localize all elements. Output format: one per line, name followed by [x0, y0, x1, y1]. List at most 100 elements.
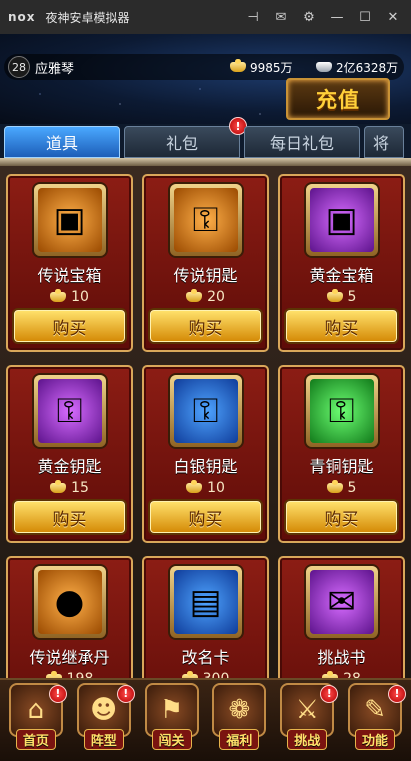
player-info-bar: 28 应雅琴 9985万 2亿6328万 [4, 54, 404, 80]
price-value: 198 [67, 671, 94, 678]
tab-daily-packs[interactable]: 每日礼包 [244, 126, 360, 158]
price-value: 5 [347, 289, 357, 305]
buy-button[interactable]: 购买 [14, 310, 125, 342]
book-card-icon: ▤ [173, 570, 238, 634]
shop-content: ▣ 传说宝箱 10 购买 ⚿ 传说钥匙 20 购买 ▣ 黄金宝箱 5 购买 ⚿ … [0, 158, 411, 678]
nav-label: 挑战 [287, 728, 328, 750]
item-price: 5 [326, 480, 356, 496]
buy-button[interactable]: 购买 [286, 501, 397, 533]
item-card: ⚿ 青铜钥匙 5 购买 [278, 365, 405, 543]
item-price: 10 [186, 480, 225, 496]
buy-button[interactable]: 购买 [150, 501, 261, 533]
nav-label: 福利 [219, 728, 260, 750]
price-value: 28 [343, 671, 361, 678]
gold-ingot-icon [230, 59, 246, 72]
treasure-chest-icon: ▣ [37, 188, 102, 252]
tab-generals[interactable]: 将 [364, 126, 404, 158]
notification-badge: ! [48, 684, 67, 703]
item-card: ▣ 传说宝箱 10 购买 [6, 174, 133, 352]
item-price: 28 [322, 671, 361, 678]
gold-ingot-icon [186, 289, 203, 302]
silver-ingot-icon [316, 62, 332, 72]
item-name: 黄金宝箱 [309, 266, 374, 285]
key-icon: ⚿ [37, 379, 102, 443]
player-level-badge: 28 [8, 56, 30, 78]
close-icon[interactable]: ✕ [379, 0, 407, 34]
gold-ingot-icon [186, 480, 203, 493]
item-name: 传说钥匙 [173, 266, 238, 285]
buy-button[interactable]: 购买 [286, 310, 397, 342]
emulator-titlebar: nox 夜神安卓模拟器 ⊣ ✉ ⚙ — ☐ ✕ [0, 0, 411, 34]
player-header: 28 应雅琴 9985万 2亿6328万 充值 [0, 34, 411, 124]
item-icon-frame[interactable]: ⚿ [169, 184, 242, 256]
minimize-icon[interactable]: — [323, 0, 351, 34]
item-grid: ▣ 传说宝箱 10 购买 ⚿ 传说钥匙 20 购买 ▣ 黄金宝箱 5 购买 ⚿ … [6, 174, 405, 678]
item-price: 20 [186, 289, 225, 305]
nav-label: 阵型 [83, 728, 124, 750]
nav-label: 首页 [15, 728, 56, 750]
recharge-button[interactable]: 充值 [286, 78, 390, 120]
maximize-icon[interactable]: ☐ [351, 0, 379, 34]
item-icon-frame[interactable]: ● [33, 566, 106, 638]
item-icon-frame[interactable]: ✉ [305, 566, 378, 638]
notification-badge: ! [320, 684, 339, 703]
tab-gift-packs[interactable]: 礼包 ! [124, 117, 247, 158]
window-title: 夜神安卓模拟器 [45, 10, 130, 25]
nav-stages[interactable]: ⚑ 闯关 [141, 682, 203, 759]
item-card: ▤ 改名卡 300 [142, 556, 269, 678]
item-card: ▣ 黄金宝箱 5 购买 [278, 174, 405, 352]
scroll-letter-icon: ✉ [309, 570, 374, 634]
item-icon-frame[interactable]: ▣ [33, 184, 106, 256]
key-icon: ⚿ [173, 188, 238, 252]
item-name: 传说继承丹 [29, 648, 110, 667]
silver-currency: 2亿6328万 [316, 59, 398, 76]
tab-label: 礼包 [165, 134, 198, 153]
item-card: ⚿ 白银钥匙 10 购买 [142, 365, 269, 543]
item-price: 15 [50, 480, 89, 496]
item-icon-frame[interactable]: ⚿ [33, 375, 106, 447]
item-card: ⚿ 黄金钥匙 15 购买 [6, 365, 133, 543]
gold-currency: 9985万 [230, 59, 293, 76]
tab-label: 将 [373, 134, 390, 153]
gear-icon[interactable]: ⚙ [295, 0, 323, 34]
notification-badge: ! [116, 684, 135, 703]
buy-button[interactable]: 购买 [150, 310, 261, 342]
price-value: 300 [203, 671, 230, 678]
tab-items[interactable]: 道具 [4, 126, 120, 158]
window-controls: ⊣ ✉ ⚙ — ☐ ✕ [239, 0, 407, 34]
item-icon-frame[interactable]: ▤ [169, 566, 242, 638]
item-price: 10 [50, 289, 89, 305]
mail-icon[interactable]: ✉ [267, 0, 295, 34]
item-name: 黄金钥匙 [37, 457, 102, 476]
gold-ingot-icon [326, 480, 343, 493]
item-name: 挑战书 [317, 648, 366, 667]
item-name: 改名卡 [181, 648, 230, 667]
gold-ingot-icon [326, 289, 343, 302]
nav-welfare[interactable]: ❁ 福利 [208, 682, 270, 759]
nav-functions[interactable]: ✎ 功能 ! [344, 682, 407, 759]
item-icon-frame[interactable]: ⚿ [305, 375, 378, 447]
item-card: ● 传说继承丹 198 [6, 556, 133, 678]
buy-button[interactable]: 购买 [14, 501, 125, 533]
nav-formation[interactable]: ☻ 阵型 ! [73, 682, 135, 759]
silver-amount: 2亿6328万 [336, 60, 399, 75]
player-name: 应雅琴 [35, 61, 75, 77]
shop-tabs: 道具 礼包 ! 每日礼包 将 [0, 117, 411, 158]
tab-label: 道具 [45, 134, 78, 153]
item-name: 传说宝箱 [37, 266, 102, 285]
key-icon: ⚿ [309, 379, 374, 443]
nox-logo: nox [8, 10, 36, 24]
notification-badge: ! [388, 684, 407, 703]
item-card: ✉ 挑战书 28 [278, 556, 405, 678]
key-icon: ⚿ [173, 379, 238, 443]
item-price: 5 [326, 289, 357, 305]
item-name: 白银钥匙 [173, 457, 238, 476]
tab-label: 每日礼包 [269, 134, 334, 153]
nav-label: 闯关 [151, 728, 192, 750]
nav-home[interactable]: ⌂ 首页 ! [5, 682, 67, 759]
item-icon-frame[interactable]: ⚿ [169, 375, 242, 447]
price-value: 15 [71, 480, 89, 496]
item-icon-frame[interactable]: ▣ [305, 184, 378, 256]
nav-challenge[interactable]: ⚔ 挑战 ! [276, 682, 339, 759]
pin-icon[interactable]: ⊣ [239, 0, 267, 34]
